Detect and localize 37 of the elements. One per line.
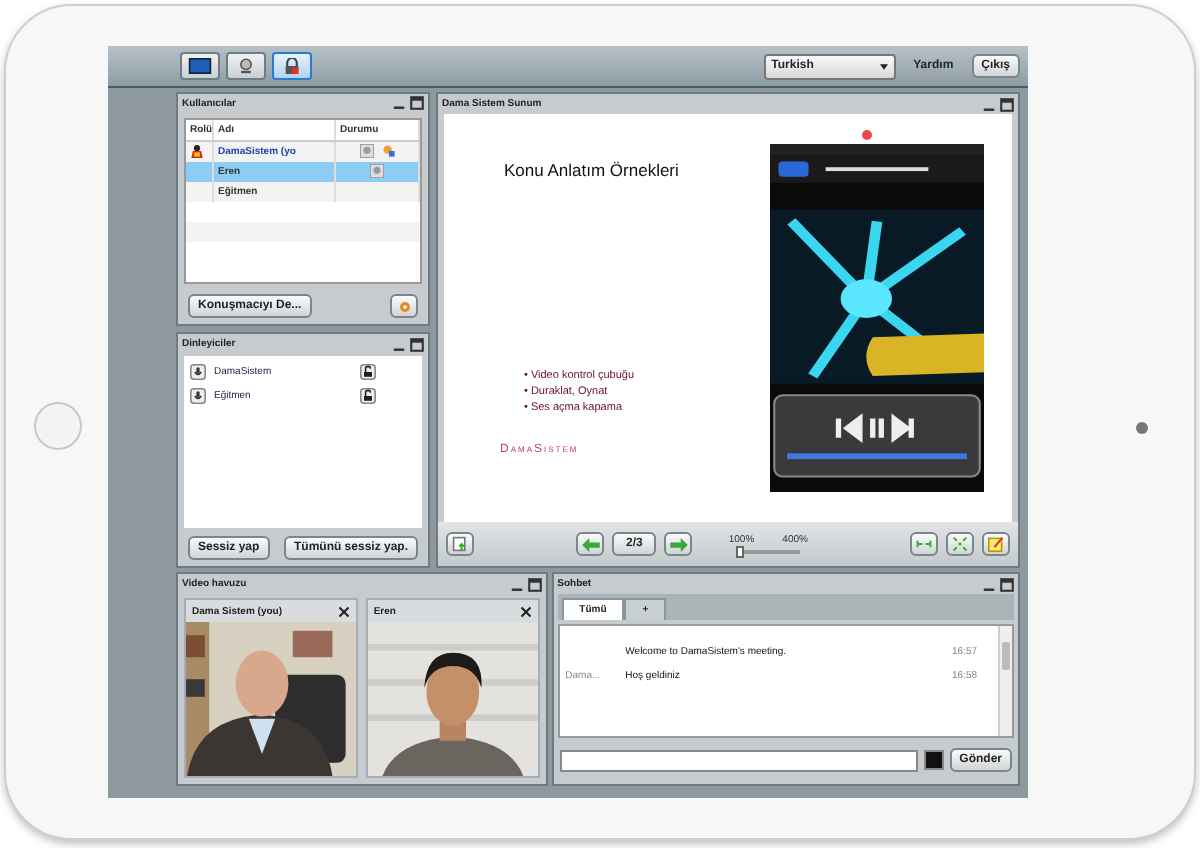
lock-icon [284,58,300,74]
annotate-button[interactable] [982,532,1010,556]
gear-icon [397,299,411,313]
left-arrow-icon [581,537,600,551]
next-button[interactable] [664,532,693,556]
upload-button[interactable] [446,532,474,556]
scrollbar[interactable] [998,626,1012,736]
maximize-icon[interactable] [410,96,424,111]
fit-page-button[interactable] [946,532,974,556]
maximize-icon[interactable] [1000,577,1014,591]
camera-dot [1136,422,1148,434]
message-input[interactable] [559,749,918,771]
fit-width-button[interactable] [910,532,938,556]
webcam-button[interactable] [226,52,266,80]
right-arrow-icon [669,537,688,551]
monitor-icon [188,58,212,74]
webcam-icon [238,58,254,74]
slider-thumb[interactable] [735,546,744,558]
maximize-icon[interactable] [527,577,542,591]
unlocked-icon[interactable] [360,388,376,404]
fit-width-icon [916,536,932,552]
maximize-icon[interactable] [410,337,424,351]
maximize-icon[interactable] [1000,97,1014,111]
caret-icon [879,63,888,69]
unlocked-icon[interactable] [360,364,376,380]
slide-heading: Konu Anlatım Örnekleri [504,160,681,180]
close-icon[interactable] [337,605,350,617]
note-icon [988,536,1004,552]
upload-icon [452,536,468,552]
color-picker[interactable] [923,750,944,770]
lock-button[interactable] [272,52,312,80]
settings-button[interactable] [390,294,418,318]
desktop-share-button[interactable] [180,52,220,80]
pointer-dot [861,130,871,140]
fit-page-icon [952,536,968,552]
close-icon[interactable] [519,605,532,617]
previous-button[interactable] [576,532,605,556]
